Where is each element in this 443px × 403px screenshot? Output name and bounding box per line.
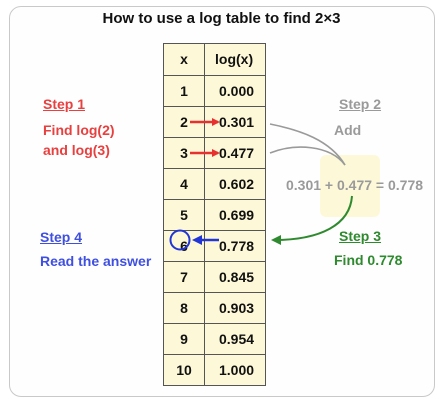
arrow-green-0778	[271, 195, 353, 245]
answer-circle	[169, 229, 191, 251]
annotation-overlay	[169, 118, 353, 251]
curve-grey-0301	[269, 123, 346, 166]
curve-grey-0477	[269, 146, 346, 166]
